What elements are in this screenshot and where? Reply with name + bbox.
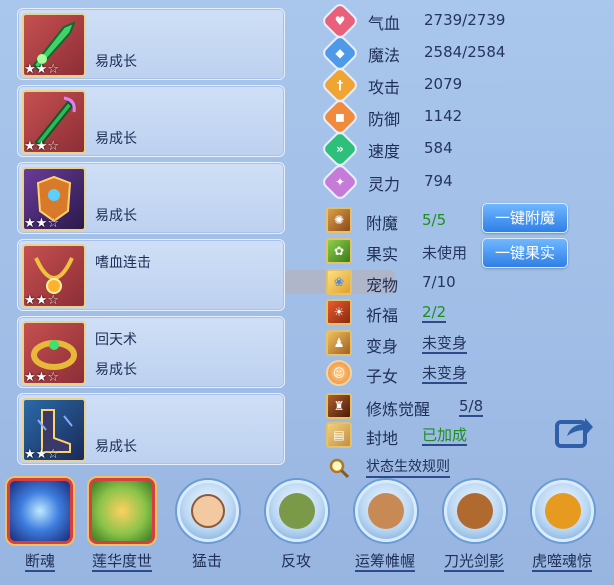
stat-hp: ♥ 气血 2739/2739 [323,4,528,38]
status-value[interactable]: 5/8 [459,397,484,417]
equipment-list: ★★☆ 易成长 ★★☆ 易成长 ★★☆ 易成长 ★★☆ 嗜血连击 ★★☆ 回天术… [17,8,285,470]
enchant-icon: ✺ [326,207,352,233]
star-rating: ★★☆ [24,293,59,308]
skill-label: 刀光剑影 [443,552,504,572]
status-blessing[interactable]: ☀ 祈福 2/2 [326,299,606,326]
equipment-item[interactable]: ★★☆ 嗜血连击 [17,239,285,311]
equipment-skill: 嗜血连击 [95,255,151,271]
star-rating: ★★☆ [24,216,59,231]
status-label: 变身 [366,337,399,356]
status-label: 修炼觉醒 [366,400,431,419]
stat-mp: ◆ 魔法 2584/2584 [323,36,528,70]
status-value[interactable]: 未变身 [422,334,468,354]
star-rating: ★★☆ [24,370,59,385]
status-value[interactable]: 未变身 [422,364,468,384]
skill-icon [7,478,73,544]
status-value[interactable]: 已加成 [422,426,468,446]
mana-icon: ◆ [323,36,357,70]
star-rating: ★★☆ [24,447,59,462]
status-label: 果实 [366,245,399,264]
skill-label: 断魂 [24,552,55,572]
heart-icon: ♥ [323,4,357,38]
skill-label: 反攻 [280,552,311,570]
stat-label: 防御 [368,110,401,129]
scroll-icon: ▤ [326,422,352,448]
status-label: 子女 [366,367,399,386]
skill-fangong[interactable]: 反攻 [260,478,332,578]
paw-icon: ❀ [326,269,352,295]
stat-label: 攻击 [368,78,401,97]
share-icon[interactable] [555,414,593,448]
status-value[interactable]: 2/2 [422,303,447,323]
equipment-item[interactable]: ★★☆ 易成长 [17,8,285,80]
stat-value: 1142 [424,107,463,125]
skill-icon [444,480,506,542]
spirit-icon: ✦ [323,165,357,199]
skill-label: 莲华度世 [91,552,152,572]
stat-value: 2584/2584 [424,43,506,61]
skill-label: 猛击 [191,552,222,570]
status-child[interactable]: ☺ 子女 未变身 [326,360,606,387]
skill-label: 运筹帷幄 [354,552,415,572]
cultivation-icon: ♜ [326,393,352,419]
shield-icon: ◼ [323,100,357,134]
star-rating: ★★☆ [24,62,59,77]
transform-icon: ♟ [326,330,352,356]
equipment-trait: 易成长 [95,131,137,147]
equipment-item[interactable]: ★★☆ 易成长 [17,393,285,465]
status-value: 7/10 [422,273,456,291]
star-rating: ★★☆ [24,139,59,154]
stat-label: 速度 [368,142,401,161]
skill-hushihunjing[interactable]: 虎噬魂惊 [526,478,598,578]
stat-label: 气血 [368,14,401,33]
status-pet: ❀ 宠物 7/10 [326,269,606,296]
equipment-trait: 易成长 [95,208,137,224]
child-icon: ☺ [326,360,352,386]
skill-icon [355,480,417,542]
character-attribute-panel: { "equipment": [ {"slot": "weapon-1", "s… [0,0,614,585]
fruit-icon: ✿ [326,238,352,264]
stat-spirit: ✦ 灵力 794 [323,165,528,199]
sword-icon: † [323,68,357,102]
skill-yunchouweiwo[interactable]: 运筹帷幄 [349,478,421,578]
stat-value: 2739/2739 [424,11,506,29]
equipment-trait: 易成长 [95,362,137,378]
status-label: 祈福 [366,306,399,325]
stat-label: 灵力 [368,175,401,194]
skill-lianhuadushi[interactable]: 莲华度世 [86,478,158,578]
stat-value: 794 [424,172,453,190]
speed-icon: » [323,132,357,166]
equipment-item[interactable]: ★★☆ 回天术 易成长 [17,316,285,388]
status-value: 5/5 [422,211,447,229]
skill-icon [532,480,594,542]
stat-defense: ◼ 防御 1142 [323,100,528,134]
stat-value: 584 [424,139,453,157]
status-label: 封地 [366,429,399,448]
status-value: 未使用 [422,244,468,262]
stat-value: 2079 [424,75,463,93]
stat-speed: » 速度 584 [323,132,528,166]
equipment-skill: 回天术 [95,332,137,348]
equipment-item[interactable]: ★★☆ 易成长 [17,162,285,234]
skill-daoguangjianying[interactable]: 刀光剑影 [438,478,510,578]
status-transform[interactable]: ♟ 变身 未变身 [326,330,606,357]
equipment-trait: 易成长 [95,439,137,455]
one-click-fruit-button[interactable]: 一键果实 [482,238,568,268]
skill-icon [266,480,328,542]
skill-icon [177,480,239,542]
equipment-trait: 易成长 [95,54,137,70]
skill-label: 虎噬魂惊 [531,552,592,572]
one-click-enchant-button[interactable]: 一键附魔 [482,203,568,233]
skill-icon [89,478,155,544]
stat-attack: † 攻击 2079 [323,68,528,102]
equipment-item[interactable]: ★★☆ 易成长 [17,85,285,157]
blessing-icon: ☀ [326,299,352,325]
status-rules-label[interactable]: 状态生效规则 [366,459,450,478]
magnifier-icon [329,458,350,479]
skill-mengji[interactable]: 猛击 [171,478,243,578]
status-label: 宠物 [366,276,399,295]
stat-label: 魔法 [368,46,401,65]
status-label: 附魔 [366,214,399,233]
skill-duanhun[interactable]: 断魂 [4,478,76,578]
